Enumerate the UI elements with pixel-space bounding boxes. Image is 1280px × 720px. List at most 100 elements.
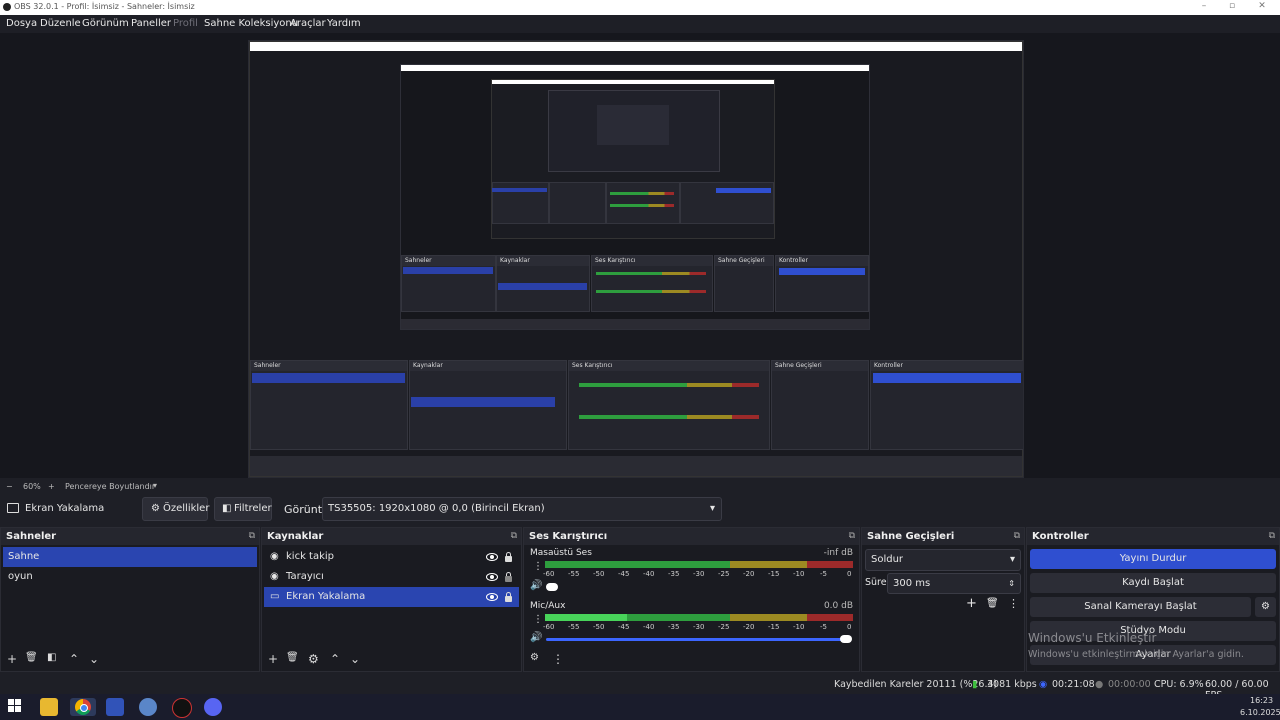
float-dock-icon[interactable]: ⧉ xyxy=(849,528,855,545)
visibility-eye-icon[interactable] xyxy=(486,553,498,561)
filter-icon[interactable]: ◧ xyxy=(47,652,56,663)
menu-help[interactable]: Yardım xyxy=(327,18,361,29)
clock-date: 6.10.2025 xyxy=(1240,708,1280,717)
channel-name: Masaüstü Ses xyxy=(530,548,592,558)
float-dock-icon[interactable]: ⧉ xyxy=(511,528,517,545)
zoom-out-icon[interactable]: − xyxy=(6,482,13,491)
trash-icon[interactable]: 🗑 xyxy=(25,652,38,663)
float-dock-icon[interactable]: ⧉ xyxy=(1014,528,1020,545)
zoom-row: − 60% + Pencereye Boyutlandır ▾ xyxy=(0,480,1280,494)
lock-icon[interactable] xyxy=(505,592,512,602)
clock-time: 16:23 xyxy=(1250,696,1274,705)
source-item[interactable]: ◉ kick takip xyxy=(264,547,519,567)
filter-icon: ◧ xyxy=(222,503,232,514)
record-time: 00:00:00 xyxy=(1108,679,1151,690)
add-icon[interactable]: + xyxy=(966,596,977,611)
move-up-icon[interactable]: ⌃ xyxy=(69,652,79,666)
move-down-icon[interactable]: ⌄ xyxy=(89,652,99,666)
move-down-icon[interactable]: ⌄ xyxy=(350,652,360,666)
chevron-down-icon[interactable]: ▾ xyxy=(153,481,157,490)
status-bar: Kaybedilen Kareler 20111 (%26.4) ▮ 3081 … xyxy=(0,674,1280,701)
menu-docks[interactable]: Paneller xyxy=(131,18,171,29)
lock-icon[interactable] xyxy=(505,552,512,562)
obs-icon[interactable] xyxy=(172,698,192,718)
chrome-icon[interactable] xyxy=(70,698,96,716)
volume-slider[interactable] xyxy=(840,635,852,643)
advanced-audio-icon[interactable]: ⚙ xyxy=(530,652,539,663)
trash-icon[interactable]: 🗑 xyxy=(286,652,299,663)
stop-stream-button[interactable]: Yayını Durdur xyxy=(1030,549,1276,569)
monitor-icon xyxy=(7,503,19,513)
duration-label: Süre xyxy=(865,577,887,588)
controls-title: Kontroller xyxy=(1032,531,1089,542)
monitor-icon: ▭ xyxy=(270,591,280,602)
transition-menu-icon[interactable]: ⋮ xyxy=(1008,597,1019,610)
visibility-eye-icon[interactable] xyxy=(486,593,498,601)
fit-window-button[interactable]: Pencereye Boyutlandır xyxy=(65,482,155,491)
duration-input[interactable]: 300 ms ⇕ xyxy=(887,573,1021,594)
channel-menu-icon[interactable]: ⋮ xyxy=(533,614,543,625)
discord-icon[interactable] xyxy=(204,698,222,716)
app-icon[interactable] xyxy=(106,698,124,716)
scene-item[interactable]: Sahne xyxy=(3,547,257,567)
menu-file[interactable]: Dosya xyxy=(6,18,37,29)
volume-meter xyxy=(545,561,853,568)
bitrate: 3081 kbps xyxy=(987,679,1037,690)
filters-button[interactable]: ◧ Filtreler xyxy=(214,497,272,521)
signal-bars-icon: ▮ xyxy=(972,679,978,690)
virtual-cam-settings-icon[interactable]: ⚙ xyxy=(1255,597,1276,617)
channel-level: 0.0 dB xyxy=(823,601,853,611)
source-toolbar: Ekran Yakalama ⚙ Özellikler ◧ Filtreler … xyxy=(0,497,1280,522)
zoom-level: 60% xyxy=(23,482,41,491)
speaker-icon[interactable]: 🔊 xyxy=(530,580,542,591)
source-item[interactable]: ▭ Ekran Yakalama xyxy=(264,587,519,607)
menu-profile[interactable]: Profil xyxy=(173,18,198,29)
add-icon[interactable]: + xyxy=(268,652,278,666)
close-icon[interactable]: ✕ xyxy=(1250,1,1274,11)
activation-watermark-title: Windows'u Etkinleştir xyxy=(1028,631,1157,645)
gear-icon[interactable]: ⚙ xyxy=(308,652,319,666)
float-dock-icon[interactable]: ⧉ xyxy=(249,528,255,545)
speaker-icon[interactable]: 🔊 xyxy=(530,632,542,643)
zoom-in-icon[interactable]: + xyxy=(48,482,55,491)
start-record-button[interactable]: Kaydı Başlat xyxy=(1030,573,1276,593)
menu-bar: Dosya Düzenle Görünüm Paneller Profil Sa… xyxy=(0,15,1280,33)
channel-menu-icon[interactable]: ⋮ xyxy=(533,561,543,572)
transition-select[interactable]: Soldur ▾ xyxy=(865,549,1021,571)
float-dock-icon[interactable]: ⧉ xyxy=(1269,528,1275,545)
network-app-icon[interactable] xyxy=(139,698,157,716)
channel-level: -inf dB xyxy=(823,548,853,558)
volume-slider-track[interactable] xyxy=(546,638,842,641)
nested-preview: Sahneler Kaynaklar Ses Karıştırıcı Sahne… xyxy=(400,64,870,330)
display-select[interactable]: TS35505: 1920x1080 @ 0,0 (Birincil Ekran… xyxy=(322,497,722,521)
window-title: OBS 32.0.1 - Profil: İsimsiz - Sahneler:… xyxy=(14,2,195,11)
menu-view[interactable]: Görünüm xyxy=(82,18,129,29)
unlock-icon[interactable] xyxy=(505,572,512,582)
stream-icon: ◉ xyxy=(1039,679,1048,690)
properties-button[interactable]: ⚙ Özellikler xyxy=(142,497,209,521)
volume-slider[interactable] xyxy=(546,583,558,591)
windows-start-icon[interactable] xyxy=(7,698,23,714)
preview-canvas[interactable]: Sahneler Kaynaklar Ses Karıştırıcı Sahne… xyxy=(248,40,1024,478)
menu-tools[interactable]: Araçlar xyxy=(290,18,326,29)
mixer-title: Ses Karıştırıcı xyxy=(529,531,608,542)
trash-icon[interactable]: 🗑 xyxy=(986,598,999,609)
sources-dock: Kaynaklar ⧉ ◉ kick takip ◉ Tarayıcı ▭ Ekr… xyxy=(261,527,522,672)
file-explorer-icon[interactable] xyxy=(40,698,58,716)
stepper-icon[interactable]: ⇕ xyxy=(1008,574,1015,593)
stream-time: 00:21:08 xyxy=(1052,679,1095,690)
minimize-icon[interactable]: – xyxy=(1192,1,1216,11)
menu-edit[interactable]: Düzenle xyxy=(40,18,81,29)
sources-title: Kaynaklar xyxy=(267,531,324,542)
source-item[interactable]: ◉ Tarayıcı xyxy=(264,567,519,587)
menu-scene-collection[interactable]: Sahne Koleksiyonu xyxy=(204,18,298,29)
browser-icon: ◉ xyxy=(270,551,279,562)
add-icon[interactable]: + xyxy=(7,652,17,666)
mixer-menu-icon[interactable]: ⋮ xyxy=(552,652,564,666)
nested-titlebar xyxy=(250,42,1022,51)
maximize-icon[interactable]: ▫ xyxy=(1220,1,1244,11)
start-virtual-cam-button[interactable]: Sanal Kamerayı Başlat xyxy=(1030,597,1251,617)
visibility-eye-icon[interactable] xyxy=(486,573,498,581)
scene-item[interactable]: oyun xyxy=(3,567,257,587)
move-up-icon[interactable]: ⌃ xyxy=(330,652,340,666)
